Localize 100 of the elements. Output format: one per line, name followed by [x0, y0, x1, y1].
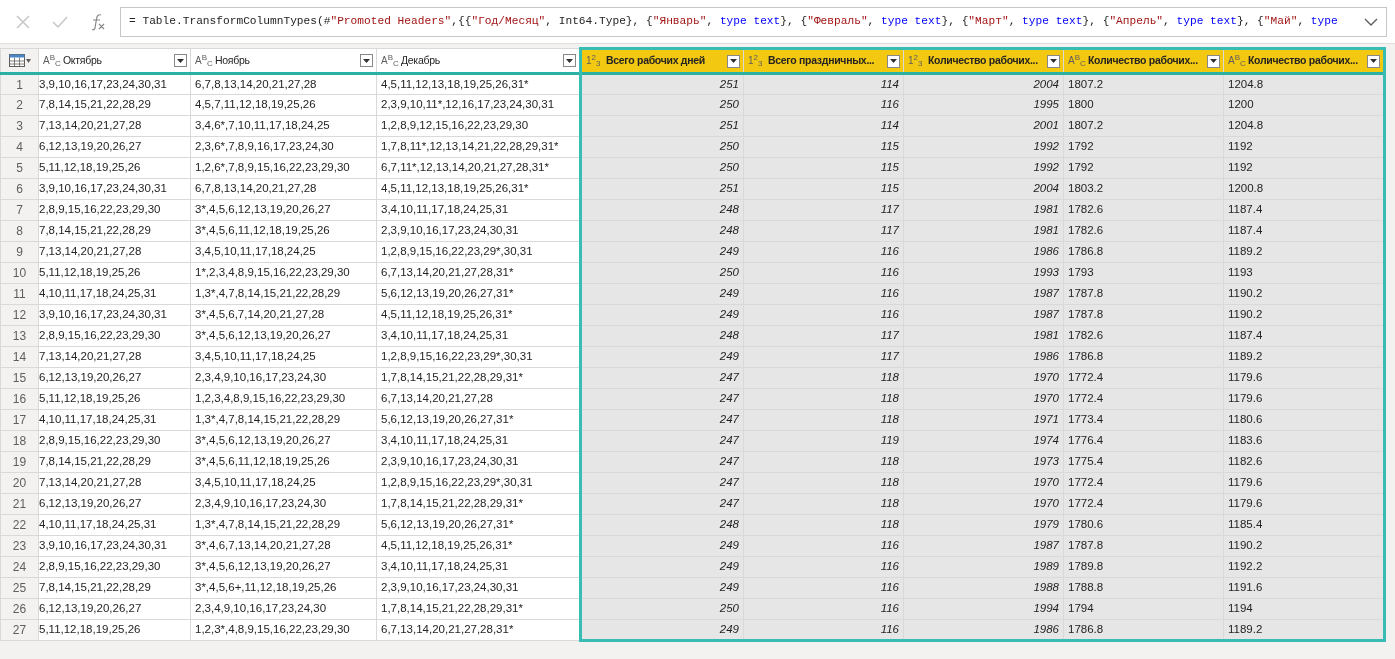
row-number: 15	[0, 367, 39, 389]
table-cell: 1,7,8,14,15,21,22,28,29,31*	[376, 367, 581, 389]
filter-dropdown[interactable]	[1047, 54, 1060, 68]
table-cell: 247	[580, 493, 744, 515]
caret-icon	[1210, 59, 1217, 63]
column-header[interactable]: 1$^{2}$$_{3}$ Всего праздничных...	[743, 48, 904, 74]
table-cell: 6,7,11*,12,13,14,20,21,27,28,31*	[376, 157, 581, 179]
row-number: 27	[0, 619, 39, 641]
column-header[interactable]: 1$^{2}$$_{3}$ Всего рабочих дней	[580, 48, 744, 74]
table-cell: 249	[580, 283, 744, 305]
column-label: Количество рабочих...	[928, 53, 1039, 69]
caret-icon	[177, 58, 184, 63]
table-cell: 5,6,12,13,19,20,26,27,31*	[376, 283, 581, 305]
column-label: Количество рабочих...	[1248, 53, 1359, 69]
filter-dropdown[interactable]	[360, 54, 373, 67]
table-cell: 3,4,10,11,17,18,24,25,31	[376, 199, 581, 221]
table-cell: 5,6,12,13,19,20,26,27,31*	[376, 409, 581, 431]
table-cell: 1,2,8,9,15,16,22,23,29*,30,31	[376, 241, 581, 263]
table-cell: 249	[580, 241, 744, 263]
row-number: 14	[0, 346, 39, 368]
table-cell: 249	[580, 556, 744, 578]
row-number: 21	[0, 493, 39, 515]
row-number: 1	[0, 73, 39, 95]
filter-dropdown[interactable]	[887, 54, 900, 68]
filter-dropdown[interactable]	[563, 54, 576, 67]
function-icon[interactable]	[89, 12, 106, 31]
table-cell: 2,3,9,10,16,17,23,24,30,31	[376, 220, 581, 242]
table-cell: 6,7,13,14,20,21,27,28	[376, 388, 581, 410]
table-cell: 250	[580, 598, 744, 620]
table-cell: 4,5,11,12,18,19,25,26,31*	[376, 535, 581, 557]
table-cell: 1,7,8,14,15,21,22,28,29,31*	[376, 493, 581, 515]
caret-icon[interactable]	[25, 58, 31, 63]
table-cell: 248	[580, 514, 744, 536]
table-cell: 249	[580, 535, 744, 557]
table-cell: 248	[580, 325, 744, 347]
formula-text: = Table.TransformColumnTypes(#"Promoted Headers",{{"Год/Месяц", Int64.Type}, {"Январь", type text}, {"Февраль", type text}, {"Март", type text}, {"Апрель", type text}, {"Май", type	[129, 14, 1339, 30]
row-number: 19	[0, 451, 39, 473]
table-cell: 2,3,9,10,11*,12,16,17,23,24,30,31	[376, 94, 581, 116]
table-cell: 247	[580, 472, 744, 494]
row-number: 2	[0, 94, 39, 116]
table-cell: 247	[580, 430, 744, 452]
column-header[interactable]: A$^{B}$$_{C}$ Количество рабочих...	[1223, 48, 1385, 74]
table-cell: 4,5,11,12,18,19,25,26,31*	[376, 304, 581, 326]
table-cell: 1,7,8,14,15,21,22,28,29,31*	[376, 598, 581, 620]
table-cell: 6,7,13,14,20,21,27,28,31*	[376, 619, 581, 641]
table-cell: 251	[580, 178, 744, 200]
filter-dropdown[interactable]	[1367, 54, 1380, 68]
table-cell: 248	[580, 220, 744, 242]
column-header[interactable]: A$^{B}$$_{C}$ Ноябрь	[190, 48, 377, 74]
caret-icon	[566, 58, 573, 63]
table-cell: 247	[580, 367, 744, 389]
row-number: 16	[0, 388, 39, 410]
table-cell: 6,7,13,14,20,21,27,28,31*	[376, 262, 581, 284]
table-cell: 5,6,12,13,19,20,26,27,31*	[376, 514, 581, 536]
column-header[interactable]: A$^{B}$$_{C}$ Декабрь	[376, 48, 581, 74]
table-cell: 250	[580, 157, 744, 179]
table-cell: 3,4,10,11,17,18,24,25,31	[376, 556, 581, 578]
table-cell: 2,3,9,10,16,17,23,24,30,31	[376, 451, 581, 473]
column-header[interactable]: A$^{B}$$_{C}$ Количество рабочих...	[1063, 48, 1224, 74]
column-header[interactable]: 1$^{2}$$_{3}$ Количество рабочих...	[903, 48, 1064, 74]
row-number: 8	[0, 220, 39, 242]
column-label: Ноябрь	[215, 52, 251, 68]
caret-icon	[890, 59, 897, 63]
row-number: 9	[0, 241, 39, 263]
row-number: 4	[0, 136, 39, 158]
row-number: 24	[0, 556, 39, 578]
table-cell: 4,5,11,12,13,18,19,25,26,31*	[376, 73, 581, 95]
table-cell: 1,2,8,9,15,16,22,23,29*,30,31	[376, 346, 581, 368]
table-cell: 3,4,10,11,17,18,24,25,31	[376, 430, 581, 452]
filter-dropdown[interactable]	[1207, 54, 1220, 68]
table-cell: 251	[580, 115, 744, 137]
filter-dropdown[interactable]	[727, 54, 740, 68]
row-number: 22	[0, 514, 39, 536]
table-cell: 1,7,8,11*,12,13,14,21,22,28,29,31*	[376, 136, 581, 158]
table-cell: 3,4,10,11,17,18,24,25,31	[376, 325, 581, 347]
column-header[interactable]: A$^{B}$$_{C}$ Октябрь	[38, 48, 191, 74]
table-cell: 1,2,8,9,12,15,16,22,23,29,30	[376, 115, 581, 137]
table-cell: 249	[580, 304, 744, 326]
table-cell: 249	[580, 619, 744, 641]
filter-dropdown[interactable]	[174, 54, 187, 67]
column-label: Всего рабочих дней	[606, 53, 706, 69]
caret-icon	[1370, 59, 1377, 63]
column-label: Октябрь	[63, 52, 103, 68]
formula-field[interactable]: = Table.TransformColumnTypes(#"Promoted Headers",{{"Год/Месяц", Int64.Type}, {"Январь", type text}, {"Февраль", type text}, {"Март", type text}, {"Апрель", type text}, {"Май", type	[120, 6, 1387, 37]
table-cell: 2,3,9,10,16,17,23,24,30,31	[376, 577, 581, 599]
row-number: 13	[0, 325, 39, 347]
row-number: 10	[0, 262, 39, 284]
chevron-down-icon[interactable]	[1364, 16, 1378, 27]
table-cell: 250	[580, 94, 744, 116]
row-number: 25	[0, 577, 39, 599]
column-label: Декабрь	[401, 52, 441, 68]
table-cell: 249	[580, 346, 744, 368]
table-icon[interactable]	[8, 54, 25, 67]
row-number: 20	[0, 472, 39, 494]
row-number: 7	[0, 199, 39, 221]
table-cell: 247	[580, 451, 744, 473]
row-number: 6	[0, 178, 39, 200]
row-number: 23	[0, 535, 39, 557]
row-number: 17	[0, 409, 39, 431]
caret-icon	[363, 58, 370, 63]
